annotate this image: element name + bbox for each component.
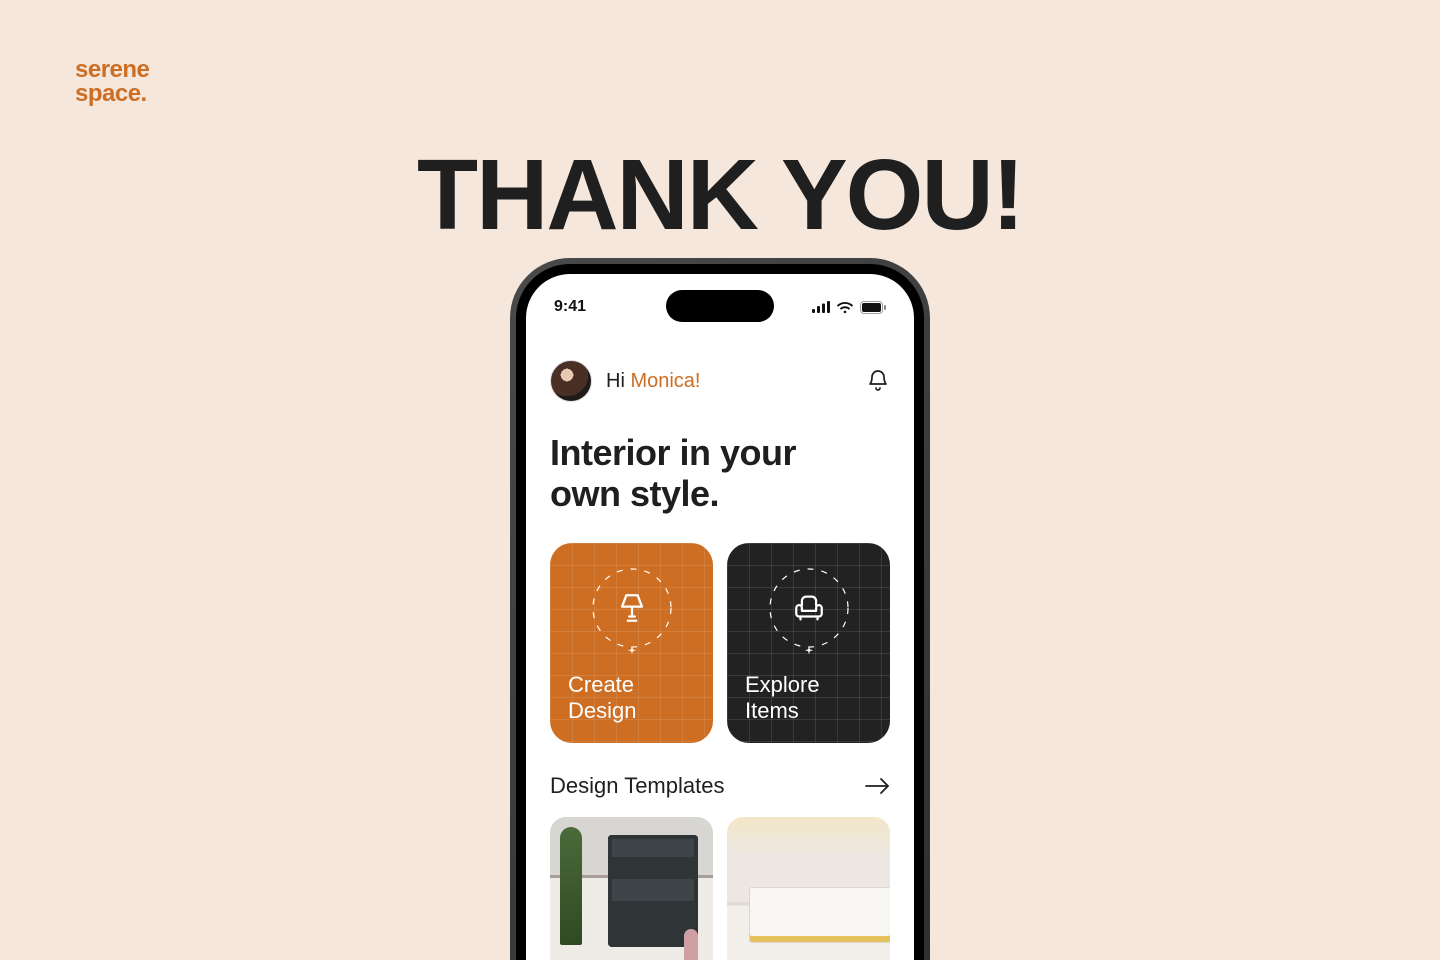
sparkle-icon bbox=[625, 645, 639, 659]
phone-screen: 9:41 Hi Monica! bbox=[526, 274, 914, 960]
greeting-name: Monica! bbox=[630, 370, 700, 392]
brand-line-1: serene bbox=[75, 58, 149, 82]
arrow-right-icon[interactable] bbox=[864, 777, 890, 795]
sparkle-icon bbox=[802, 645, 816, 659]
lamp-icon bbox=[615, 591, 649, 625]
cellular-icon bbox=[812, 301, 830, 313]
dynamic-island bbox=[666, 290, 774, 322]
template-card-kitchen[interactable] bbox=[727, 817, 890, 960]
bell-icon[interactable] bbox=[866, 369, 890, 393]
explore-label-2: Items bbox=[745, 698, 799, 723]
status-icons bbox=[812, 301, 886, 314]
user-row: Hi Monica! bbox=[550, 360, 890, 402]
create-design-label: Create Design bbox=[568, 672, 695, 725]
hero-line-1: Interior in your bbox=[550, 432, 796, 473]
status-time: 9:41 bbox=[554, 298, 586, 316]
page-headline: THANK YOU! bbox=[0, 138, 1440, 253]
explore-label-1: Explore bbox=[745, 672, 820, 697]
phone-frame-inner: 9:41 Hi Monica! bbox=[516, 264, 924, 960]
greeting-text: Hi Monica! bbox=[606, 370, 852, 393]
template-cards bbox=[550, 817, 890, 960]
avatar[interactable] bbox=[550, 360, 592, 402]
armchair-icon bbox=[792, 591, 826, 625]
create-label-1: Create bbox=[568, 672, 634, 697]
template-card-office[interactable] bbox=[550, 817, 713, 960]
wifi-icon bbox=[836, 301, 854, 314]
explore-items-card[interactable]: Explore Items bbox=[727, 543, 890, 743]
app-content: Hi Monica! Interior in your own style. bbox=[526, 322, 914, 960]
hero-line-2: own style. bbox=[550, 473, 719, 514]
explore-items-label: Explore Items bbox=[745, 672, 872, 725]
explore-items-icon-wrap bbox=[768, 567, 850, 649]
action-cards: Create Design bbox=[550, 543, 890, 743]
hero-title: Interior in your own style. bbox=[550, 432, 890, 515]
phone-mockup: 9:41 Hi Monica! bbox=[510, 258, 930, 960]
create-design-icon-wrap bbox=[591, 567, 673, 649]
templates-header: Design Templates bbox=[550, 773, 890, 799]
create-design-card[interactable]: Create Design bbox=[550, 543, 713, 743]
brand-line-2: space. bbox=[75, 82, 149, 106]
greeting-prefix: Hi bbox=[606, 370, 630, 392]
phone-frame-outer: 9:41 Hi Monica! bbox=[510, 258, 930, 960]
create-label-2: Design bbox=[568, 698, 636, 723]
templates-title: Design Templates bbox=[550, 773, 724, 799]
brand-logo: serene space. bbox=[75, 58, 149, 106]
battery-icon bbox=[860, 301, 886, 314]
